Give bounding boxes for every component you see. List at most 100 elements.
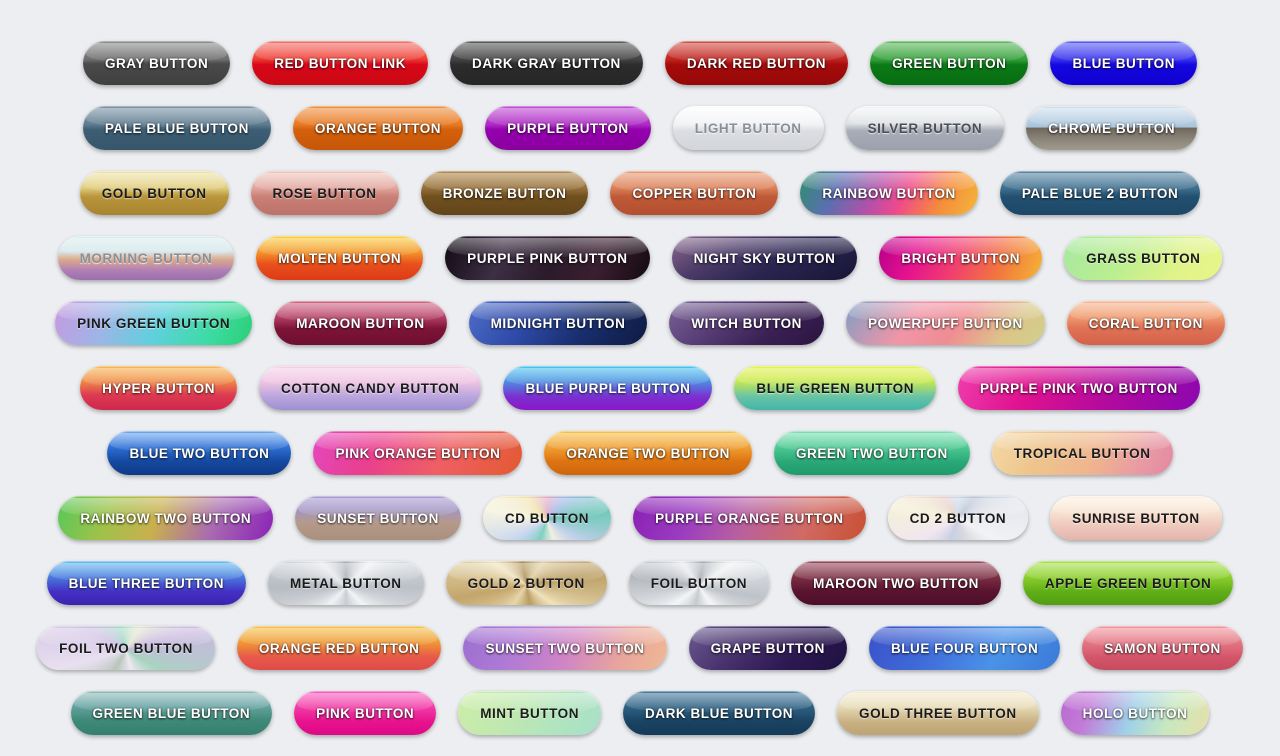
- button-label: FOIL BUTTON: [650, 575, 748, 591]
- gradient-button[interactable]: DARK BLUE BUTTON: [623, 691, 816, 735]
- gradient-button[interactable]: HOLO BUTTON: [1060, 691, 1210, 735]
- gradient-button[interactable]: GOLD 2 BUTTON: [445, 561, 607, 605]
- gradient-button[interactable]: GOLD BUTTON: [79, 171, 229, 215]
- gradient-button[interactable]: MOLTEN BUTTON: [256, 236, 424, 280]
- button-label: PINK BUTTON: [316, 705, 415, 721]
- gradient-button[interactable]: MINT BUTTON: [458, 691, 601, 735]
- button-label: GRAPE BUTTON: [710, 640, 825, 656]
- gradient-button[interactable]: DARK RED BUTTON: [664, 41, 849, 85]
- gradient-button[interactable]: PINK GREEN BUTTON: [55, 301, 253, 345]
- gradient-button[interactable]: COPPER BUTTON: [610, 171, 779, 215]
- gradient-button[interactable]: RAINBOW BUTTON: [800, 171, 978, 215]
- gradient-button[interactable]: APPLE GREEN BUTTON: [1022, 561, 1234, 605]
- gradient-button[interactable]: MAROON BUTTON: [274, 301, 447, 345]
- gradient-button[interactable]: HYPER BUTTON: [80, 366, 238, 410]
- gradient-button[interactable]: SILVER BUTTON: [845, 106, 1005, 150]
- button-label: LIGHT BUTTON: [694, 120, 802, 136]
- gradient-button[interactable]: SAMON BUTTON: [1082, 626, 1243, 670]
- button-label: BLUE THREE BUTTON: [68, 575, 224, 591]
- gradient-button[interactable]: TROPICAL BUTTON: [991, 431, 1173, 475]
- gradient-button[interactable]: LIGHT BUTTON: [672, 106, 824, 150]
- gradient-button[interactable]: PURPLE BUTTON: [485, 106, 651, 150]
- gradient-button[interactable]: GRAY BUTTON: [82, 41, 231, 85]
- gradient-button[interactable]: CD BUTTON: [482, 496, 612, 540]
- button-label: PINK ORANGE BUTTON: [335, 445, 501, 461]
- button-label: PURPLE BUTTON: [507, 120, 629, 136]
- gradient-button[interactable]: ORANGE RED BUTTON: [236, 626, 442, 670]
- gradient-button[interactable]: DARK GRAY BUTTON: [450, 41, 643, 85]
- gradient-button[interactable]: BLUE PURPLE BUTTON: [503, 366, 713, 410]
- gradient-button[interactable]: WITCH BUTTON: [669, 301, 824, 345]
- gradient-button[interactable]: SUNRISE BUTTON: [1050, 496, 1222, 540]
- button-label: CHROME BUTTON: [1048, 120, 1176, 136]
- gradient-button[interactable]: BRONZE BUTTON: [420, 171, 589, 215]
- gradient-button[interactable]: METAL BUTTON: [268, 561, 424, 605]
- gradient-button[interactable]: CHROME BUTTON: [1026, 106, 1198, 150]
- gradient-button[interactable]: PALE BLUE 2 BUTTON: [999, 171, 1201, 215]
- button-label: CD 2 BUTTON: [909, 510, 1007, 526]
- button-label: GOLD BUTTON: [101, 185, 207, 201]
- button-label: TROPICAL BUTTON: [1013, 445, 1151, 461]
- gradient-button[interactable]: PALE BLUE BUTTON: [82, 106, 271, 150]
- gradient-button[interactable]: GREEN BLUE BUTTON: [70, 691, 273, 735]
- gradient-button[interactable]: BLUE FOUR BUTTON: [868, 626, 1061, 670]
- gradient-button[interactable]: GRAPE BUTTON: [688, 626, 847, 670]
- gradient-button[interactable]: BLUE THREE BUTTON: [46, 561, 246, 605]
- gradient-button[interactable]: MAROON TWO BUTTON: [791, 561, 1001, 605]
- button-label: MINT BUTTON: [480, 705, 579, 721]
- gradient-button[interactable]: FOIL BUTTON: [628, 561, 770, 605]
- gradient-button[interactable]: POWERPUFF BUTTON: [845, 301, 1045, 345]
- gradient-button[interactable]: ORANGE BUTTON: [292, 106, 464, 150]
- button-label: SILVER BUTTON: [867, 120, 983, 136]
- gradient-button[interactable]: FOIL TWO BUTTON: [37, 626, 215, 670]
- gradient-button[interactable]: GOLD THREE BUTTON: [837, 691, 1039, 735]
- button-label: ORANGE RED BUTTON: [258, 640, 420, 656]
- button-label: BRONZE BUTTON: [442, 185, 567, 201]
- gradient-button[interactable]: PINK BUTTON: [294, 691, 437, 735]
- gradient-button[interactable]: GRASS BUTTON: [1064, 236, 1223, 280]
- button-label: GREEN TWO BUTTON: [795, 445, 948, 461]
- gradient-button[interactable]: MORNING BUTTON: [57, 236, 235, 280]
- button-label: ROSE BUTTON: [272, 185, 377, 201]
- button-label: BLUE PURPLE BUTTON: [525, 380, 691, 396]
- button-label: RAINBOW TWO BUTTON: [80, 510, 252, 526]
- gradient-button[interactable]: MIDNIGHT BUTTON: [468, 301, 648, 345]
- button-label: CORAL BUTTON: [1088, 315, 1203, 331]
- button-label: DARK GRAY BUTTON: [472, 55, 621, 71]
- gradient-button[interactable]: GREEN TWO BUTTON: [773, 431, 970, 475]
- button-label: PALE BLUE 2 BUTTON: [1021, 185, 1179, 201]
- gradient-button[interactable]: PURPLE ORANGE BUTTON: [633, 496, 866, 540]
- button-label: PURPLE ORANGE BUTTON: [655, 510, 844, 526]
- button-label: BLUE FOUR BUTTON: [890, 640, 1039, 656]
- gradient-button[interactable]: GREEN BUTTON: [870, 41, 1029, 85]
- button-label: HOLO BUTTON: [1082, 705, 1188, 721]
- button-label: BRIGHT BUTTON: [901, 250, 1021, 266]
- button-gallery: GRAY BUTTON RED BUTTON LINK DARK GRAY BUTT…: [0, 0, 1280, 756]
- button-label: GRAY BUTTON: [104, 55, 209, 71]
- button-label: GREEN BLUE BUTTON: [92, 705, 251, 721]
- gradient-button[interactable]: SUNSET BUTTON: [295, 496, 461, 540]
- gradient-button[interactable]: BRIGHT BUTTON: [879, 236, 1043, 280]
- gradient-button[interactable]: BLUE GREEN BUTTON: [734, 366, 936, 410]
- gradient-button[interactable]: SUNSET TWO BUTTON: [463, 626, 667, 670]
- gradient-button[interactable]: BLUE TWO BUTTON: [107, 431, 292, 475]
- button-label: ORANGE TWO BUTTON: [566, 445, 730, 461]
- gradient-button[interactable]: CORAL BUTTON: [1066, 301, 1225, 345]
- gradient-button[interactable]: COTTON CANDY BUTTON: [259, 366, 482, 410]
- button-label: SUNSET TWO BUTTON: [485, 640, 645, 656]
- gradient-button[interactable]: CD 2 BUTTON: [887, 496, 1029, 540]
- gradient-button[interactable]: PURPLE PINK TWO BUTTON: [958, 366, 1200, 410]
- button-label: APPLE GREEN BUTTON: [1044, 575, 1212, 591]
- gradient-button[interactable]: BLUE BUTTON: [1050, 41, 1198, 85]
- gradient-button[interactable]: PINK ORANGE BUTTON: [313, 431, 523, 475]
- gradient-button[interactable]: RAINBOW TWO BUTTON: [58, 496, 274, 540]
- button-label: DARK BLUE BUTTON: [645, 705, 794, 721]
- gradient-button[interactable]: RED BUTTON LINK: [252, 41, 429, 85]
- button-label: SUNSET BUTTON: [317, 510, 439, 526]
- button-label: SUNRISE BUTTON: [1072, 510, 1200, 526]
- gradient-button[interactable]: ORANGE TWO BUTTON: [544, 431, 752, 475]
- button-label: FOIL TWO BUTTON: [59, 640, 193, 656]
- gradient-button[interactable]: PURPLE PINK BUTTON: [445, 236, 650, 280]
- gradient-button[interactable]: ROSE BUTTON: [250, 171, 399, 215]
- gradient-button[interactable]: NIGHT SKY BUTTON: [671, 236, 858, 280]
